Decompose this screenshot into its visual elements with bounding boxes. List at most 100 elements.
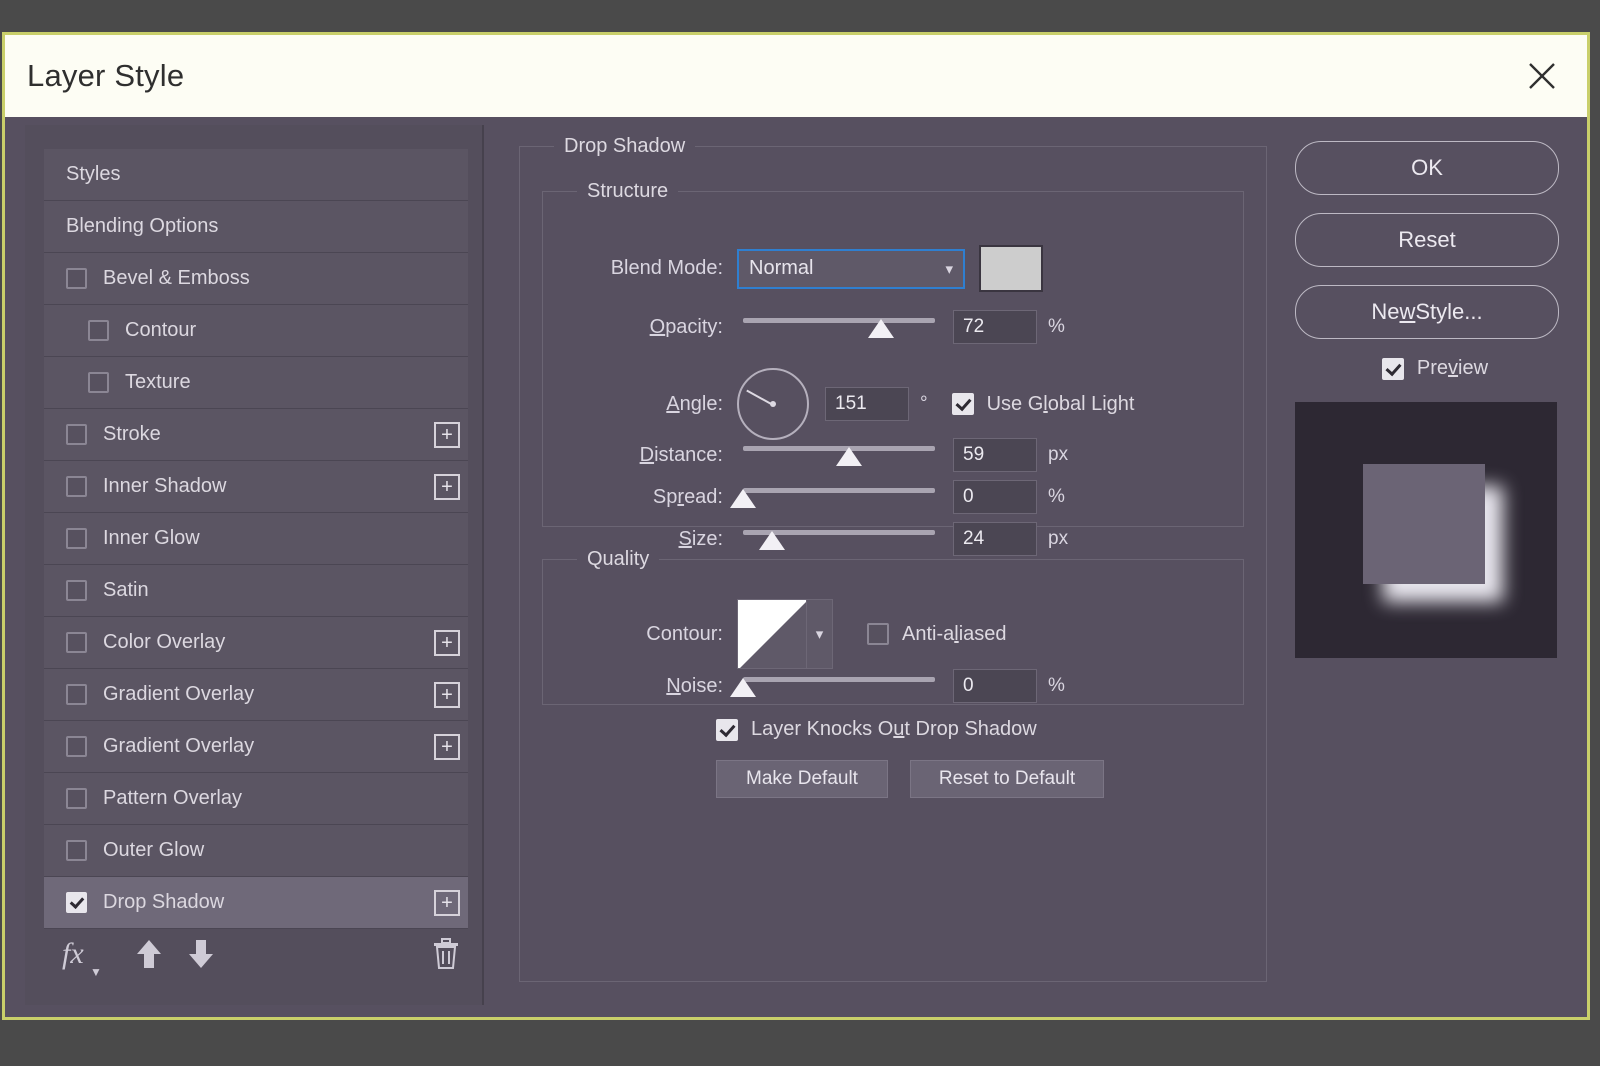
sidebar-item-label: Outer Glow — [103, 839, 205, 861]
sidebar-item-inner-shadow[interactable]: Inner Shadow + — [44, 461, 468, 513]
distance-input[interactable]: 59 — [953, 438, 1037, 472]
angle-row: Angle: 151 ° Use Global Light — [543, 368, 1243, 440]
dialog-body: Styles Blending Options Bevel & Emboss C… — [5, 117, 1587, 1017]
reset-button[interactable]: Reset — [1295, 213, 1559, 267]
knockout-row: Layer Knocks Out Drop Shadow — [716, 718, 1037, 741]
preview-checkbox[interactable] — [1381, 357, 1404, 380]
sidebar-item-pattern-overlay[interactable]: Pattern Overlay — [44, 773, 468, 825]
sidebar-item-label: Drop Shadow — [103, 891, 225, 913]
distance-slider[interactable] — [743, 442, 935, 468]
spread-slider-track — [743, 488, 935, 493]
checkbox-contour[interactable] — [88, 320, 109, 341]
sidebar-item-gradient-overlay-1[interactable]: Gradient Overlay + — [44, 669, 468, 721]
style-list: Styles Blending Options Bevel & Emboss C… — [44, 149, 468, 929]
arrow-up-icon[interactable] — [134, 937, 164, 976]
preview-thumbnail — [1295, 402, 1557, 658]
sidebar-item-outer-glow[interactable]: Outer Glow — [44, 825, 468, 877]
checkbox-pattern-overlay[interactable] — [66, 788, 87, 809]
opacity-unit: % — [1048, 316, 1065, 337]
checkbox-texture[interactable] — [88, 372, 109, 393]
fx-icon[interactable]: fx — [62, 937, 84, 971]
opacity-row: Opacity: 72 % — [543, 310, 1223, 344]
angle-input[interactable]: 151 — [825, 387, 909, 421]
sidebar-item-styles[interactable]: Styles — [44, 149, 468, 201]
sidebar-item-label: Color Overlay — [103, 631, 226, 653]
add-effect-icon[interactable]: + — [434, 681, 460, 708]
blend-mode-value: Normal — [749, 257, 814, 279]
spread-unit: % — [1048, 486, 1065, 507]
new-style-button[interactable]: Ne w Style... — [1295, 285, 1559, 339]
sidebar-item-inner-glow[interactable]: Inner Glow — [44, 513, 468, 565]
shadow-color-swatch[interactable] — [979, 245, 1043, 292]
add-effect-icon[interactable]: + — [434, 421, 460, 448]
sidebar-item-label: Gradient Overlay — [103, 683, 255, 705]
checkbox-drop-shadow[interactable] — [66, 892, 87, 913]
chevron-down-icon[interactable]: ▼ — [90, 965, 102, 979]
contour-preview[interactable] — [737, 599, 807, 669]
layer-knocks-out-checkbox[interactable] — [716, 718, 738, 741]
sidebar-item-satin[interactable]: Satin — [44, 565, 468, 617]
sidebar-item-stroke[interactable]: Stroke + — [44, 409, 468, 461]
dialog-actions-panel: OK Reset Ne w Style... Preview — [1295, 125, 1575, 1005]
opacity-input[interactable]: 72 — [953, 310, 1037, 344]
opacity-slider[interactable] — [743, 314, 935, 340]
sidebar-item-label: Stroke — [103, 423, 161, 445]
sidebar-item-label: Texture — [125, 371, 191, 393]
sidebar-item-label: Contour — [125, 319, 197, 341]
angle-dial[interactable] — [737, 368, 809, 440]
checkbox-outer-glow[interactable] — [66, 840, 87, 861]
sidebar-item-label: Satin — [103, 579, 149, 601]
sidebar-item-label: Inner Shadow — [103, 475, 227, 497]
structure-group-legend: Structure — [587, 180, 669, 202]
effect-settings-panel: Drop Shadow Structure Blend Mode: Normal… — [505, 125, 1275, 1005]
sidebar-item-contour[interactable]: Contour — [44, 305, 468, 357]
contour-row: Contour: ▾ Anti-aliased — [543, 599, 1223, 669]
sidebar-item-drop-shadow[interactable]: Drop Shadow + — [44, 877, 468, 929]
sidebar-item-color-overlay[interactable]: Color Overlay + — [44, 617, 468, 669]
arrow-down-icon[interactable] — [186, 937, 216, 976]
checkbox-inner-glow[interactable] — [66, 528, 87, 549]
noise-row: Noise: 0 % — [543, 669, 1223, 703]
styles-sidebar: Styles Blending Options Bevel & Emboss C… — [25, 125, 484, 1005]
opacity-slider-thumb[interactable] — [868, 319, 895, 338]
checkbox-gradient-overlay-1[interactable] — [66, 684, 87, 705]
use-global-light-checkbox[interactable] — [951, 393, 974, 415]
checkbox-stroke[interactable] — [66, 424, 87, 445]
add-effect-icon[interactable]: + — [434, 733, 460, 760]
sidebar-item-bevel-emboss[interactable]: Bevel & Emboss — [44, 253, 468, 305]
contour-dropdown[interactable]: ▾ — [807, 599, 833, 669]
sidebar-item-blending-options[interactable]: Blending Options — [44, 201, 468, 253]
opacity-label: Opacity: — [649, 315, 723, 338]
spread-slider-thumb[interactable] — [730, 489, 756, 508]
blend-mode-select[interactable]: Normal ▾ — [737, 248, 965, 289]
add-effect-icon[interactable]: + — [434, 629, 460, 656]
angle-unit: ° — [920, 393, 928, 414]
reset-to-default-button[interactable]: Reset to Default — [910, 760, 1104, 798]
noise-input[interactable]: 0 — [953, 669, 1037, 703]
noise-slider[interactable] — [730, 673, 935, 699]
checkbox-satin[interactable] — [66, 580, 87, 601]
trash-icon[interactable] — [432, 937, 460, 976]
distance-slider-thumb[interactable] — [835, 447, 862, 466]
close-icon[interactable] — [1519, 53, 1565, 99]
chevron-down-icon: ▾ — [945, 260, 953, 278]
checkbox-inner-shadow[interactable] — [66, 476, 87, 497]
anti-aliased-checkbox[interactable] — [867, 623, 889, 645]
sidebar-item-texture[interactable]: Texture — [44, 357, 468, 409]
contour-curve-icon — [738, 600, 806, 668]
preview-shape — [1363, 464, 1485, 584]
spread-slider[interactable] — [730, 484, 935, 510]
quality-group-legend: Quality — [587, 548, 650, 570]
noise-slider-thumb[interactable] — [730, 678, 756, 697]
make-default-button[interactable]: Make Default — [716, 760, 888, 798]
checkbox-gradient-overlay-2[interactable] — [66, 736, 87, 757]
add-effect-icon[interactable]: + — [434, 473, 460, 500]
preview-label: Preview — [1416, 357, 1489, 379]
checkbox-bevel-emboss[interactable] — [66, 268, 87, 289]
spread-input[interactable]: 0 — [953, 480, 1037, 514]
opacity-slider-track — [743, 318, 935, 323]
checkbox-color-overlay[interactable] — [66, 632, 87, 653]
add-effect-icon[interactable]: + — [434, 889, 460, 916]
sidebar-item-gradient-overlay-2[interactable]: Gradient Overlay + — [44, 721, 468, 773]
ok-button[interactable]: OK — [1295, 141, 1559, 195]
